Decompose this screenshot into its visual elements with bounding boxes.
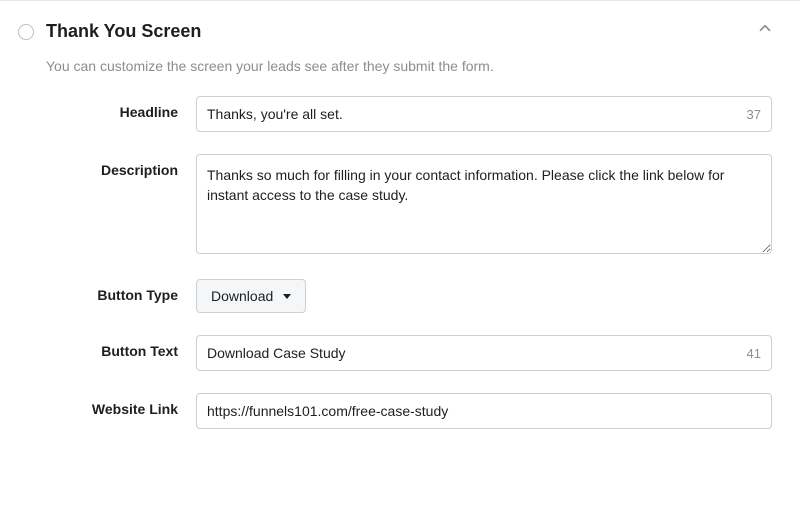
headline-input[interactable] bbox=[207, 106, 739, 122]
section-radio[interactable] bbox=[18, 24, 34, 40]
website-link-input[interactable] bbox=[207, 403, 761, 419]
chevron-up-icon bbox=[756, 19, 774, 37]
collapse-toggle[interactable] bbox=[756, 19, 774, 37]
button-text-input-wrap: 41 bbox=[196, 335, 772, 371]
button-text-counter: 41 bbox=[739, 346, 761, 361]
caret-down-icon bbox=[283, 294, 291, 299]
section-subtitle: You can customize the screen your leads … bbox=[46, 58, 772, 74]
row-website-link: Website Link bbox=[18, 393, 772, 429]
label-button-type: Button Type bbox=[18, 279, 196, 303]
panel-header: Thank You Screen bbox=[18, 21, 772, 42]
row-description: Description bbox=[18, 154, 772, 257]
label-website-link: Website Link bbox=[18, 393, 196, 417]
button-type-selected: Download bbox=[211, 288, 273, 304]
website-link-input-wrap bbox=[196, 393, 772, 429]
description-textarea[interactable] bbox=[196, 154, 772, 254]
row-button-text: Button Text 41 bbox=[18, 335, 772, 371]
label-description: Description bbox=[18, 154, 196, 178]
label-headline: Headline bbox=[18, 96, 196, 120]
button-text-input[interactable] bbox=[207, 345, 739, 361]
row-button-type: Button Type Download bbox=[18, 279, 772, 313]
headline-counter: 37 bbox=[739, 107, 761, 122]
label-button-text: Button Text bbox=[18, 335, 196, 359]
row-headline: Headline 37 bbox=[18, 96, 772, 132]
headline-input-wrap: 37 bbox=[196, 96, 772, 132]
thank-you-screen-panel: Thank You Screen You can customize the s… bbox=[0, 0, 800, 512]
section-title: Thank You Screen bbox=[46, 21, 201, 42]
button-type-dropdown[interactable]: Download bbox=[196, 279, 306, 313]
